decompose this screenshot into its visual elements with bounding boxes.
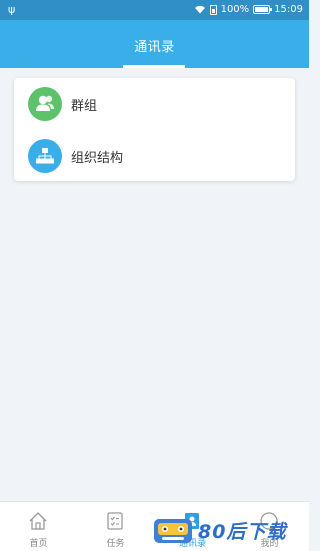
home-icon [29, 512, 47, 530]
tab-label: 任务 [106, 539, 125, 549]
wifi-icon [194, 5, 205, 14]
tab-label: 首页 [29, 539, 48, 549]
contacts-card: 群组 组织结构 [14, 78, 295, 181]
battery-percent: 100% [220, 4, 250, 15]
watermark-text: 80后下载 [198, 521, 287, 543]
battery-icon [253, 5, 273, 14]
clock: 15:09 [274, 4, 303, 15]
page-title: 通讯录 [134, 40, 175, 55]
status-bar: ψ 100% 15:09 [0, 0, 309, 20]
watermark-logo-icon [154, 519, 192, 543]
list-item-label: 组织结构 [71, 151, 124, 166]
watermark: 80后下载 [150, 512, 310, 548]
list-item-org-structure[interactable]: 组织结构 [14, 130, 295, 182]
title-underline [123, 65, 185, 68]
tab-task[interactable]: 任务 [77, 502, 154, 551]
app-header: 通讯录 [0, 20, 309, 68]
list-item-label: 群组 [71, 99, 98, 114]
group-icon [28, 87, 62, 121]
task-icon [107, 512, 123, 530]
tab-home[interactable]: 首页 [0, 502, 77, 551]
org-structure-icon [28, 139, 62, 173]
sim-icon [209, 4, 217, 15]
usb-icon: ψ [8, 3, 16, 16]
list-item-group[interactable]: 群组 [14, 78, 295, 130]
